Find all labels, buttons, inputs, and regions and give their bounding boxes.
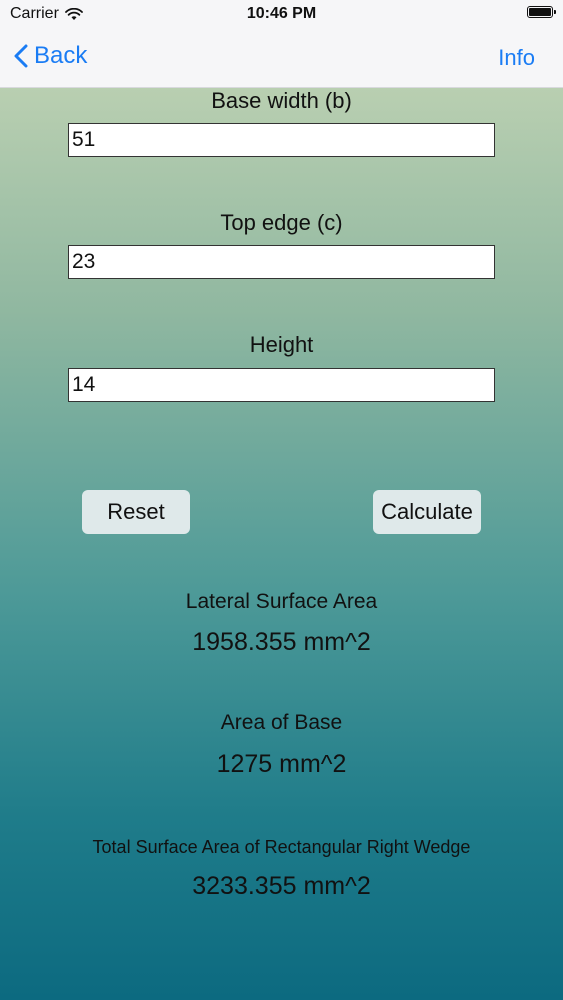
reset-button[interactable]: Reset xyxy=(82,490,190,534)
status-bar: Carrier 10:46 PM xyxy=(0,0,563,30)
area-of-base-title: Area of Base xyxy=(220,711,343,734)
status-time: 10:46 PM xyxy=(246,5,317,22)
area-of-base-value: 1275 mm^2 xyxy=(216,750,347,778)
calculator-screen: Carrier 10:46 PM Back Info Base width (b… xyxy=(0,0,563,1000)
navigation-bar: Back Info xyxy=(0,30,563,88)
back-button[interactable]: Back xyxy=(14,42,87,70)
back-button-label: Back xyxy=(34,42,88,69)
calculator-form: Base width (b) Top edge (c) Height Reset… xyxy=(0,88,563,1000)
total-surface-area-title: Total Surface Area of Rectangular Right … xyxy=(92,837,471,857)
status-right xyxy=(527,6,556,18)
total-surface-area-value: 3233.355 mm^2 xyxy=(192,872,371,900)
base-width-label: Base width (b) xyxy=(211,88,352,113)
base-width-input[interactable] xyxy=(68,123,495,157)
battery-icon xyxy=(527,6,556,18)
height-input[interactable] xyxy=(68,368,495,402)
lateral-surface-area-title: Lateral Surface Area xyxy=(185,590,378,613)
info-button[interactable]: Info xyxy=(498,45,535,71)
top-edge-label: Top edge (c) xyxy=(220,210,343,235)
top-edge-input[interactable] xyxy=(68,245,495,279)
calculate-button[interactable]: Calculate xyxy=(373,490,481,534)
chevron-left-icon xyxy=(14,44,28,68)
height-label: Height xyxy=(249,332,314,357)
lateral-surface-area-value: 1958.355 mm^2 xyxy=(192,628,371,656)
